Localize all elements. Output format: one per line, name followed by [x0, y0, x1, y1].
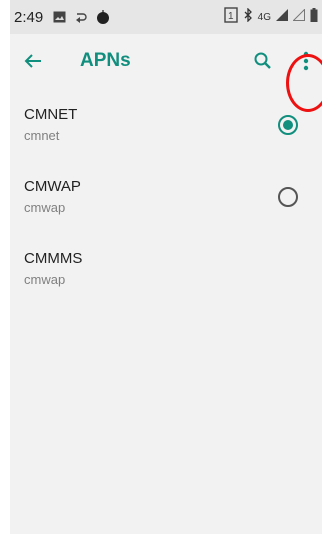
- apn-value: cmnet: [24, 128, 60, 143]
- status-time: 2:49: [14, 8, 44, 26]
- apn-radio[interactable]: [278, 187, 298, 207]
- bluetooth-icon: [243, 6, 253, 27]
- sync-icon: [74, 10, 88, 24]
- image-icon: [53, 11, 66, 23]
- apn-item-cmwap[interactable]: CMWAP cmwap: [10, 178, 322, 242]
- signal-icon: [276, 8, 288, 26]
- arrow-back-icon: [24, 54, 41, 68]
- apn-item-cmnet[interactable]: CMNET cmnet: [10, 106, 322, 170]
- back-button[interactable]: [20, 48, 46, 74]
- apn-value: cmwap: [24, 272, 66, 287]
- apn-radio-selected[interactable]: [278, 115, 298, 135]
- search-button[interactable]: [250, 48, 276, 74]
- sim-icon: 1: [223, 6, 238, 28]
- network-type-label: 4G: [257, 11, 271, 23]
- wifi-empty-icon: [292, 8, 305, 26]
- battery-icon: [310, 7, 318, 27]
- android-icon: [96, 10, 110, 24]
- status-bar: 2:49 1 4G: [10, 0, 322, 34]
- page-title: APNs: [80, 50, 131, 71]
- apn-name: CMMMS: [24, 250, 83, 267]
- phone-screen: 2:49 1 4G APNs CMNET cmnet CMWAP cmwap C…: [10, 0, 322, 534]
- apn-item-cmmms[interactable]: CMMMS cmwap: [10, 250, 322, 314]
- highlight-circle: [286, 54, 322, 112]
- app-bar: APNs: [10, 34, 322, 112]
- apn-value: cmwap: [24, 200, 66, 215]
- apn-name: CMWAP: [24, 178, 81, 195]
- status-right-icons: 1 4G: [223, 0, 318, 34]
- search-icon: [254, 52, 271, 69]
- svg-text:1: 1: [228, 11, 234, 22]
- apn-name: CMNET: [24, 106, 78, 123]
